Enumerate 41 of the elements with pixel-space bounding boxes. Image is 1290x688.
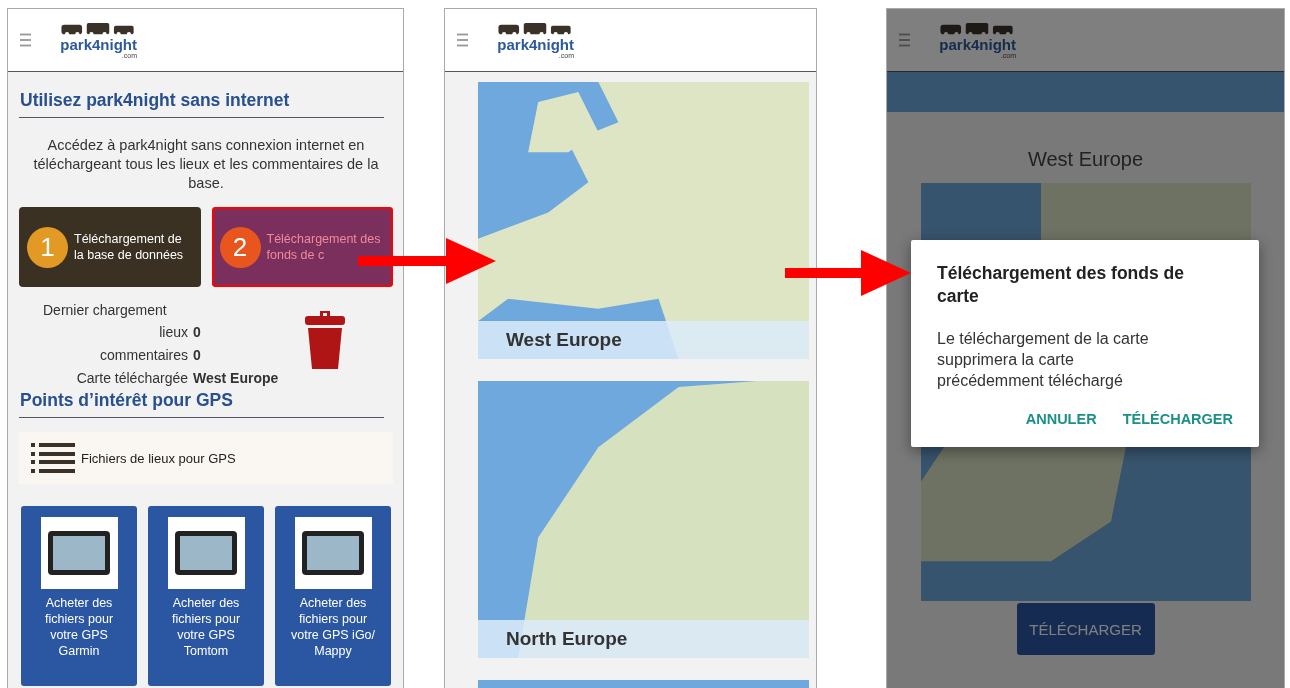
stat-value: 0 (193, 346, 202, 365)
gps-card-label: Acheter des fichiers pour votre GPS Tomtom (170, 595, 242, 659)
campervans-icon (938, 21, 1016, 37)
campervans-icon (59, 21, 137, 37)
dialog-button[interactable]: ANNULER (1025, 411, 1097, 427)
stat-value: 0 (193, 323, 202, 342)
section-title: Utilisez park4night sans internet (19, 90, 384, 118)
dialog-message: Le téléchargement de la carte supprimera la carte précédemment téléchargé (937, 329, 1150, 391)
map-name: West Europe (506, 329, 622, 351)
dialog-title: Téléchargement des fonds de carte (937, 262, 1185, 308)
gps-card-label: Acheter des fichiers pour votre GPS iGo/ Mappy (289, 595, 377, 659)
gps-card[interactable]: Acheter des fichiers pour votre GPS Tomtom (148, 506, 264, 686)
logo-text: park4night (939, 36, 1016, 52)
download-step-button[interactable]: 1 Téléchargement de la base de données (19, 207, 201, 287)
gps-files-label: Fichiers de lieux pour GPS (81, 450, 236, 466)
stat-label: Carte téléchargée (76, 369, 188, 388)
menu-icon[interactable] (899, 33, 910, 47)
section-title: Points d’intérêt pour GPS (19, 390, 384, 418)
gps-card[interactable]: Acheter des fichiers pour votre GPS Garmin (21, 506, 137, 686)
campervans-icon (496, 21, 574, 37)
map-title: West Europe (1027, 148, 1144, 171)
stat-label: lieux (159, 323, 188, 342)
map-card[interactable]: North Europe (478, 381, 809, 658)
logo-text: park4night (497, 36, 574, 52)
gps-card[interactable]: Acheter des fichiers pour votre GPS iGo/ Mappy (275, 506, 391, 686)
trash-icon[interactable] (304, 309, 346, 371)
download-step-button[interactable]: 2 Téléchargement des fonds de c (211, 207, 393, 287)
logo-text: park4night (60, 36, 137, 52)
gps-files-row[interactable]: Fichiers de lieux pour GPS (19, 432, 393, 484)
last-download-label: Dernier chargement (43, 301, 167, 320)
dialog-button[interactable]: TÉLÉCHARGER (1122, 411, 1233, 427)
stat-label: commentaires (100, 346, 188, 365)
intro-text: Accédez à park4night sans connexion internet en téléchargeant tous les lieux et les commentaires de la base. (32, 136, 380, 193)
gps-card-label: Acheter des fichiers pour votre GPS Garmin (43, 595, 115, 659)
menu-icon[interactable] (457, 33, 468, 47)
download-button[interactable]: TÉLÉCHARGER (1016, 603, 1155, 655)
list-icon (31, 443, 75, 473)
map-name: North Europe (506, 628, 628, 650)
menu-icon[interactable] (20, 33, 31, 47)
map-card[interactable]: West Europe (478, 82, 809, 359)
stat-value: West Europe (193, 369, 280, 388)
